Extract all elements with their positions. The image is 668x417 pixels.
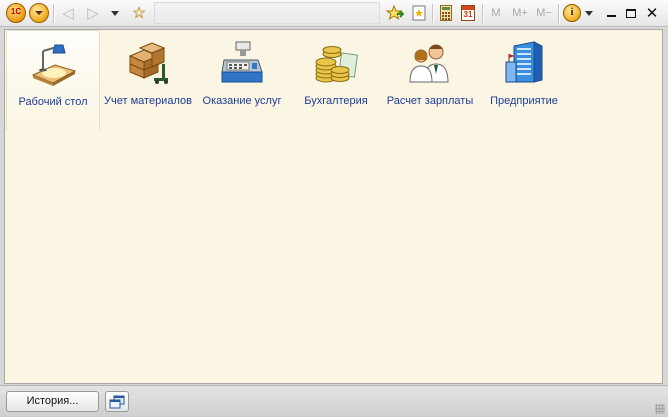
employees-icon xyxy=(409,44,449,83)
info-menu-button[interactable]: i xyxy=(563,4,593,22)
add-favorite-star-icon xyxy=(386,5,404,21)
window-list-button[interactable] xyxy=(105,391,129,412)
status-bar: История... xyxy=(0,385,668,417)
boxes-pallet-icon xyxy=(128,42,168,84)
section-label: Расчет зарплаты xyxy=(386,95,474,107)
calculator-button[interactable] xyxy=(437,4,455,22)
history-button[interactable]: История... xyxy=(6,391,99,412)
memory-subtract-button[interactable]: M− xyxy=(533,4,555,22)
main-content-area: Рабочий стол Учет материалов Оказание ус… xyxy=(4,29,663,384)
calendar-button[interactable]: 31 xyxy=(459,4,477,22)
section-services[interactable]: Оказание услуг xyxy=(195,30,289,130)
app-logo-button[interactable]: 1С xyxy=(6,3,26,23)
resize-grip[interactable] xyxy=(655,404,665,414)
app-logo-icon: 1С xyxy=(6,3,26,23)
memory-add-button[interactable]: M+ xyxy=(509,4,531,22)
favorite-links-button[interactable] xyxy=(410,4,428,22)
close-icon: ✕ xyxy=(645,4,659,22)
main-menu-icon xyxy=(29,3,49,23)
maximize-button[interactable] xyxy=(623,4,639,22)
windows-icon xyxy=(109,395,125,408)
calendar-day: 31 xyxy=(463,10,473,19)
main-menu-button[interactable] xyxy=(29,3,49,23)
forward-button[interactable]: ▷ xyxy=(84,4,102,22)
section-payroll[interactable]: Расчет зарплаты xyxy=(383,30,477,130)
desk-lamp-icon xyxy=(31,44,77,86)
section-label: Рабочий стол xyxy=(18,96,88,108)
section-materials[interactable]: Учет материалов xyxy=(101,30,195,130)
star-icon: ☆ xyxy=(131,5,147,22)
toolbar-separator xyxy=(558,4,560,23)
forward-arrow-icon: ▷ xyxy=(87,5,99,22)
office-building-icon xyxy=(505,41,543,83)
section-label: Учет материалов xyxy=(104,95,192,107)
document-star-icon xyxy=(412,5,426,21)
cash-register-icon xyxy=(221,41,263,83)
history-dropdown-button[interactable] xyxy=(108,4,122,22)
section-accounting[interactable]: Бухгалтерия xyxy=(289,30,383,130)
section-label: Оказание услуг xyxy=(202,95,282,107)
calculator-icon xyxy=(440,5,452,21)
memory-store-button[interactable]: M xyxy=(487,4,505,22)
back-button[interactable]: ◁ xyxy=(59,4,77,22)
section-desktop[interactable]: Рабочий стол xyxy=(6,30,100,130)
window-title-area xyxy=(154,2,380,24)
maximize-icon xyxy=(626,8,636,18)
close-button[interactable]: ✕ xyxy=(643,4,661,22)
back-arrow-icon: ◁ xyxy=(62,5,74,22)
toolbar-separator xyxy=(482,4,484,23)
chevron-down-icon xyxy=(111,10,119,16)
section-label: Предприятие xyxy=(490,95,558,107)
add-to-favorites-button[interactable] xyxy=(384,4,406,22)
section-enterprise[interactable]: Предприятие xyxy=(477,30,571,130)
favorites-button[interactable]: ☆ xyxy=(129,4,149,22)
info-icon: i xyxy=(563,4,581,22)
toolbar-separator xyxy=(53,4,55,23)
minimize-icon xyxy=(606,15,616,17)
chevron-down-icon xyxy=(585,10,593,16)
section-label: Бухгалтерия xyxy=(304,95,368,107)
toolbar-separator xyxy=(432,4,434,23)
title-bar: 1С ◁ ▷ ☆ 31 M M+ M− i ✕ xyxy=(0,0,668,27)
calendar-icon: 31 xyxy=(461,5,475,21)
coins-icon xyxy=(315,46,359,83)
minimize-button[interactable] xyxy=(603,4,619,22)
